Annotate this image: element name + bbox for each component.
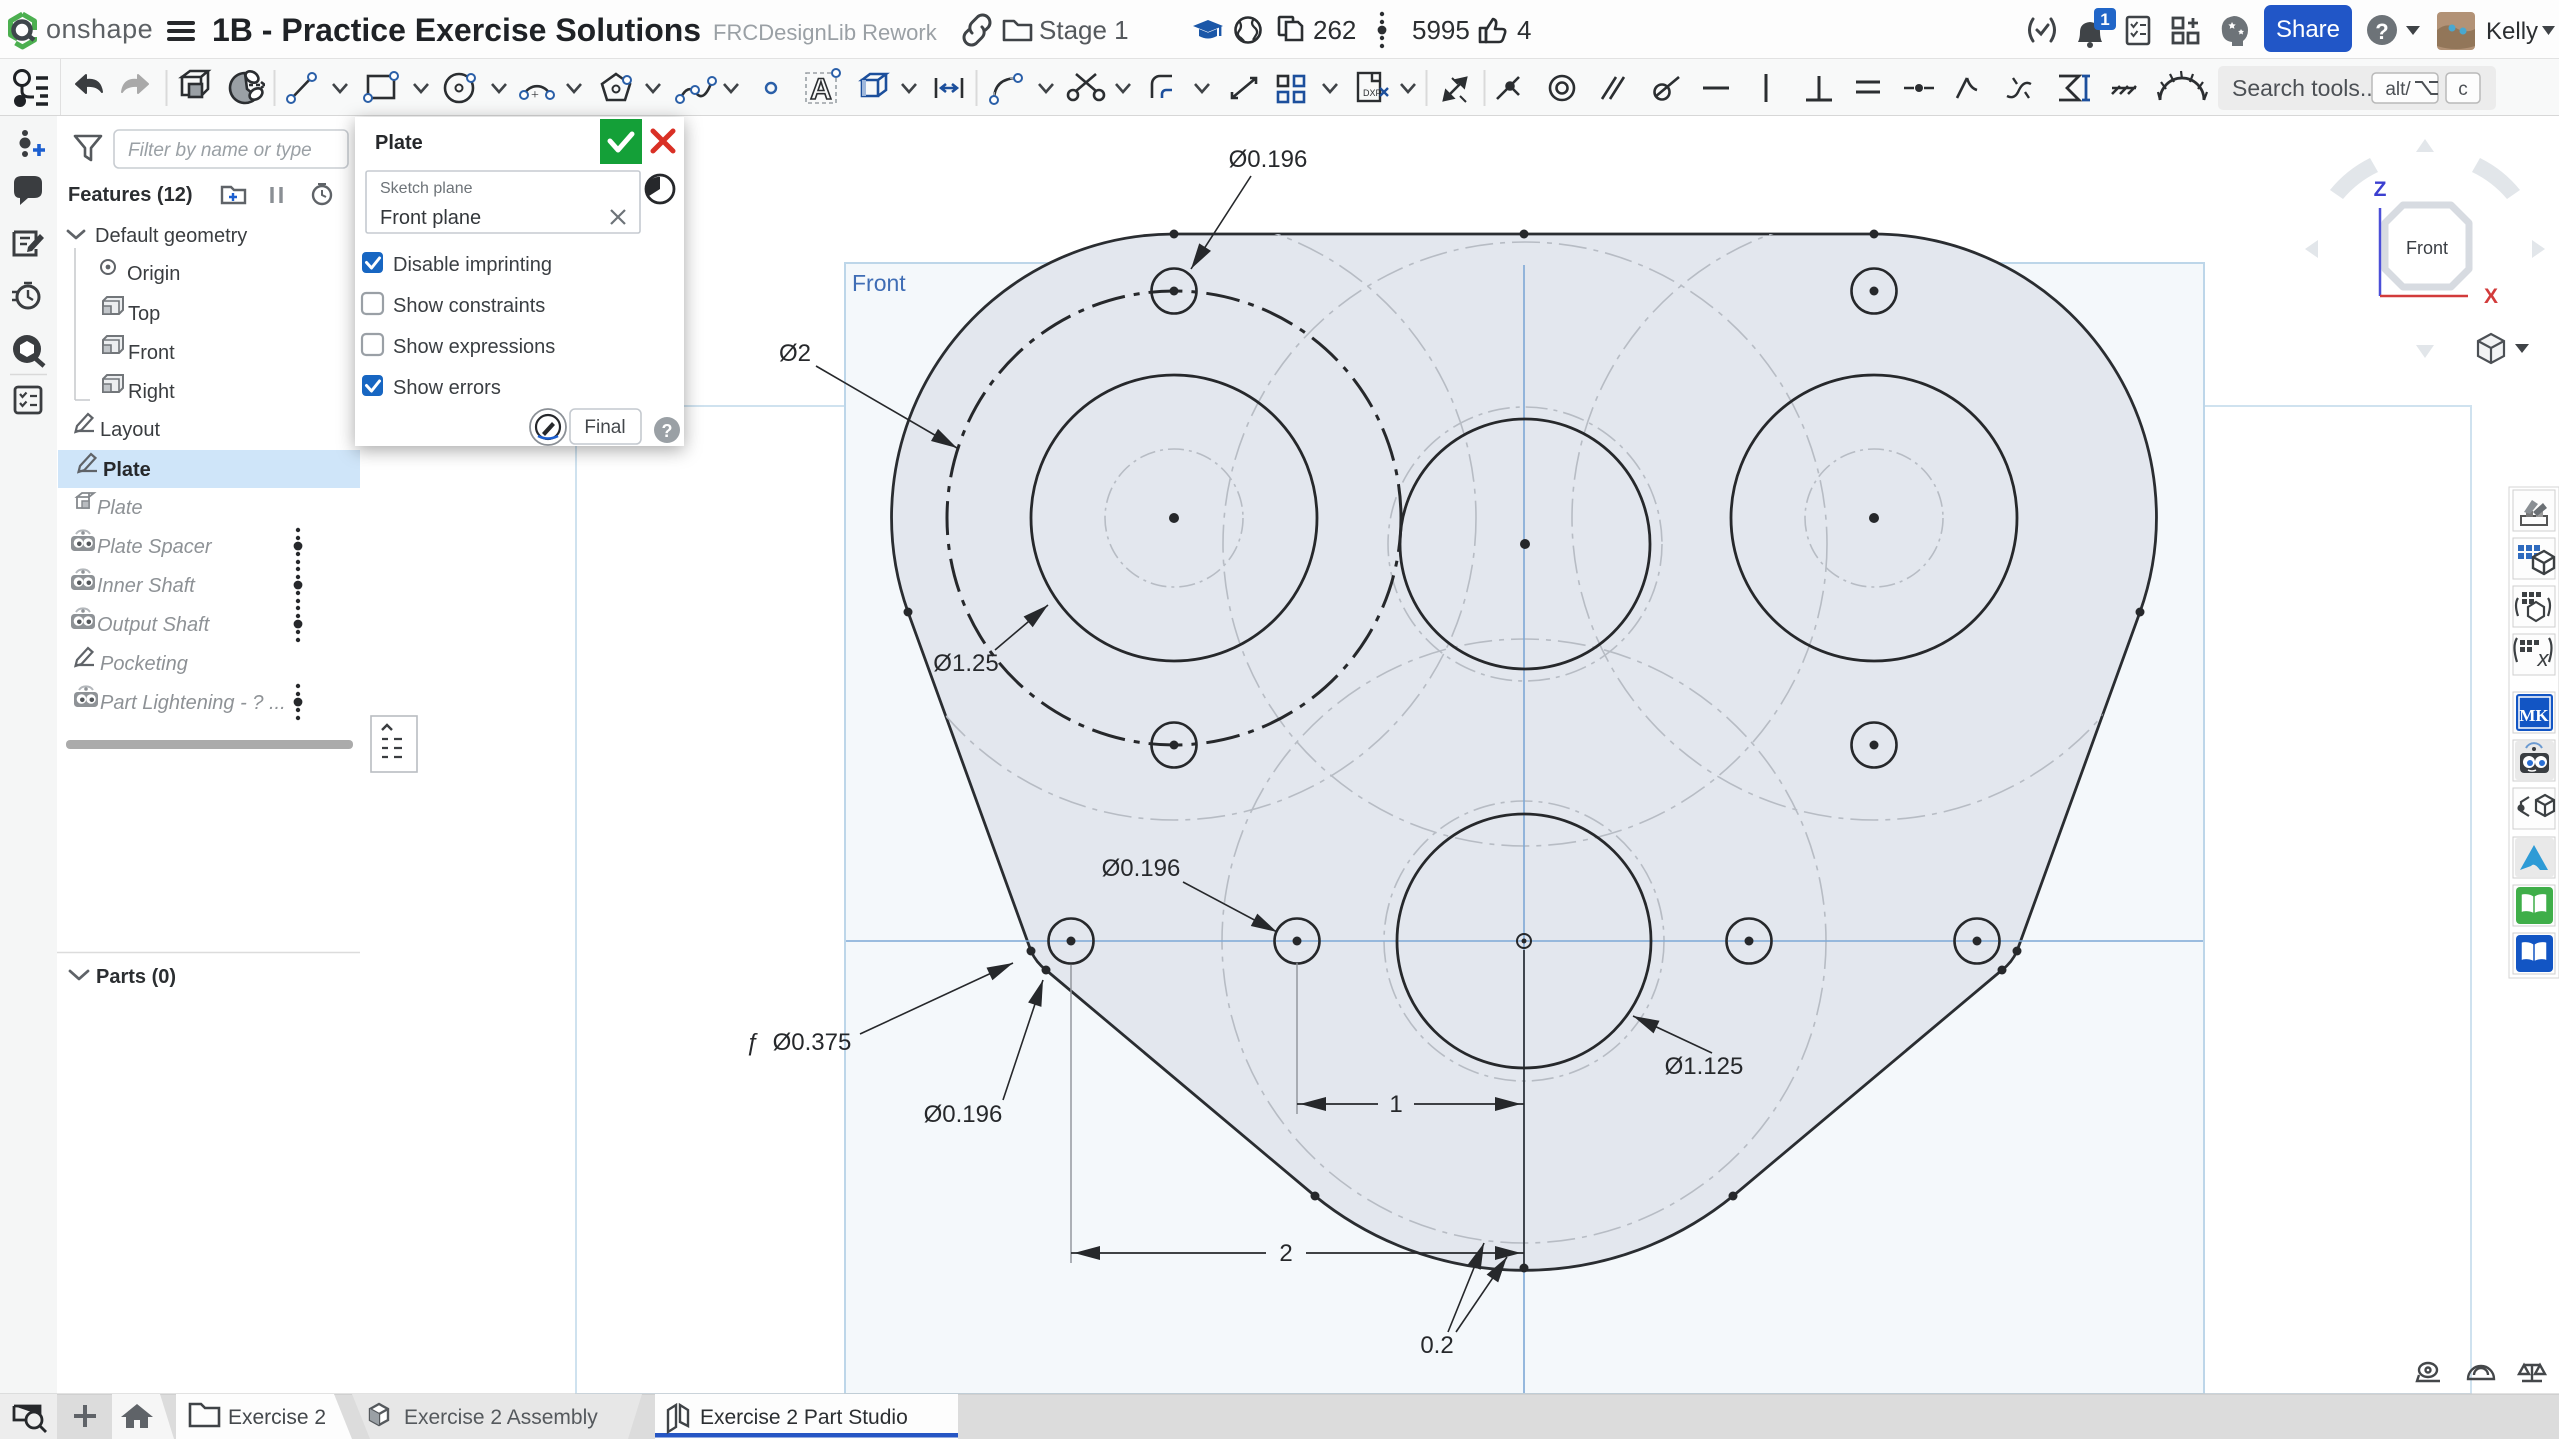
svg-text:Inner Shaft: Inner Shaft (97, 575, 196, 597)
svg-text:alt/: alt/ (2385, 79, 2411, 100)
svg-text:Part Lightening - ? ...: Part Lightening - ? ... (100, 692, 286, 714)
svg-text:Show errors: Show errors (393, 377, 501, 399)
svg-text:Show expressions: Show expressions (393, 336, 555, 358)
svg-text:Ø1.25: Ø1.25 (933, 650, 998, 677)
svg-text:Parts (0): Parts (0) (96, 966, 176, 988)
svg-text:Ø0.196: Ø0.196 (1102, 855, 1181, 882)
svg-text:c: c (2458, 79, 2468, 100)
svg-text:Right: Right (128, 381, 175, 403)
svg-text:X: X (2484, 285, 2498, 308)
svg-text:Ø0.375: Ø0.375 (773, 1029, 852, 1056)
svg-text:x: x (2537, 646, 2550, 671)
svg-text:Plate: Plate (375, 132, 423, 154)
svg-text:Search tools...: Search tools... (2232, 75, 2379, 101)
svg-text:ƒ: ƒ (745, 1029, 758, 1056)
svg-text:Exercise 2: Exercise 2 (228, 1406, 326, 1429)
svg-text:Sketch plane: Sketch plane (380, 180, 473, 197)
svg-text:2: 2 (1279, 1240, 1292, 1267)
svg-text:Ø2: Ø2 (779, 340, 811, 367)
svg-text:1B - Practice Exercise Solutio: 1B - Practice Exercise Solutions (212, 12, 701, 48)
svg-text:Plate: Plate (103, 459, 151, 481)
svg-text:Front: Front (128, 342, 175, 364)
svg-text:0.2: 0.2 (1420, 1332, 1453, 1359)
svg-text:?: ? (2375, 19, 2388, 44)
svg-text:262: 262 (1313, 15, 1356, 45)
svg-text:5995: 5995 (1412, 15, 1470, 45)
svg-text:Ø1.125: Ø1.125 (1665, 1053, 1744, 1080)
svg-text:Front: Front (2406, 238, 2448, 258)
svg-text:Ø0.196: Ø0.196 (1229, 146, 1308, 173)
svg-text:Share: Share (2276, 16, 2340, 43)
svg-text:4: 4 (1517, 15, 1531, 45)
svg-text:Z: Z (2374, 178, 2387, 201)
svg-text:Filter by name or type: Filter by name or type (128, 140, 312, 161)
svg-text:Disable imprinting: Disable imprinting (393, 254, 552, 276)
svg-text:onshape: onshape (46, 14, 153, 44)
svg-text:Kelly: Kelly (2486, 18, 2538, 45)
svg-text:Layout: Layout (100, 419, 160, 441)
svg-text:Top: Top (128, 303, 160, 325)
svg-text:?: ? (662, 421, 673, 441)
svg-text:Ø0.196: Ø0.196 (924, 1101, 1003, 1128)
svg-text:A: A (810, 73, 832, 106)
svg-text:Show constraints: Show constraints (393, 295, 545, 317)
svg-text:+: + (531, 88, 539, 103)
svg-text:Plate: Plate (97, 497, 143, 519)
svg-text:Front plane: Front plane (380, 207, 481, 229)
svg-text:1: 1 (2100, 10, 2109, 29)
svg-text:Plate Spacer: Plate Spacer (97, 536, 213, 558)
svg-text:Exercise 2 Assembly: Exercise 2 Assembly (404, 1406, 598, 1429)
svg-text:Output Shaft: Output Shaft (97, 614, 211, 636)
svg-text:DXF: DXF (1363, 88, 1382, 98)
svg-text:FRCDesignLib Rework: FRCDesignLib Rework (713, 20, 938, 45)
svg-text:Pocketing: Pocketing (100, 653, 188, 675)
svg-text:Origin: Origin (127, 263, 180, 285)
svg-text:Front: Front (852, 270, 906, 296)
svg-text:Features (12): Features (12) (68, 184, 193, 206)
svg-text:Exercise 2 Part Studio: Exercise 2 Part Studio (700, 1406, 908, 1429)
svg-text:Stage 1: Stage 1 (1039, 15, 1129, 45)
svg-text:Final: Final (584, 417, 625, 438)
svg-text:MK: MK (2519, 706, 2549, 725)
svg-text:Default geometry: Default geometry (95, 225, 247, 247)
svg-text:1: 1 (1389, 1091, 1402, 1118)
